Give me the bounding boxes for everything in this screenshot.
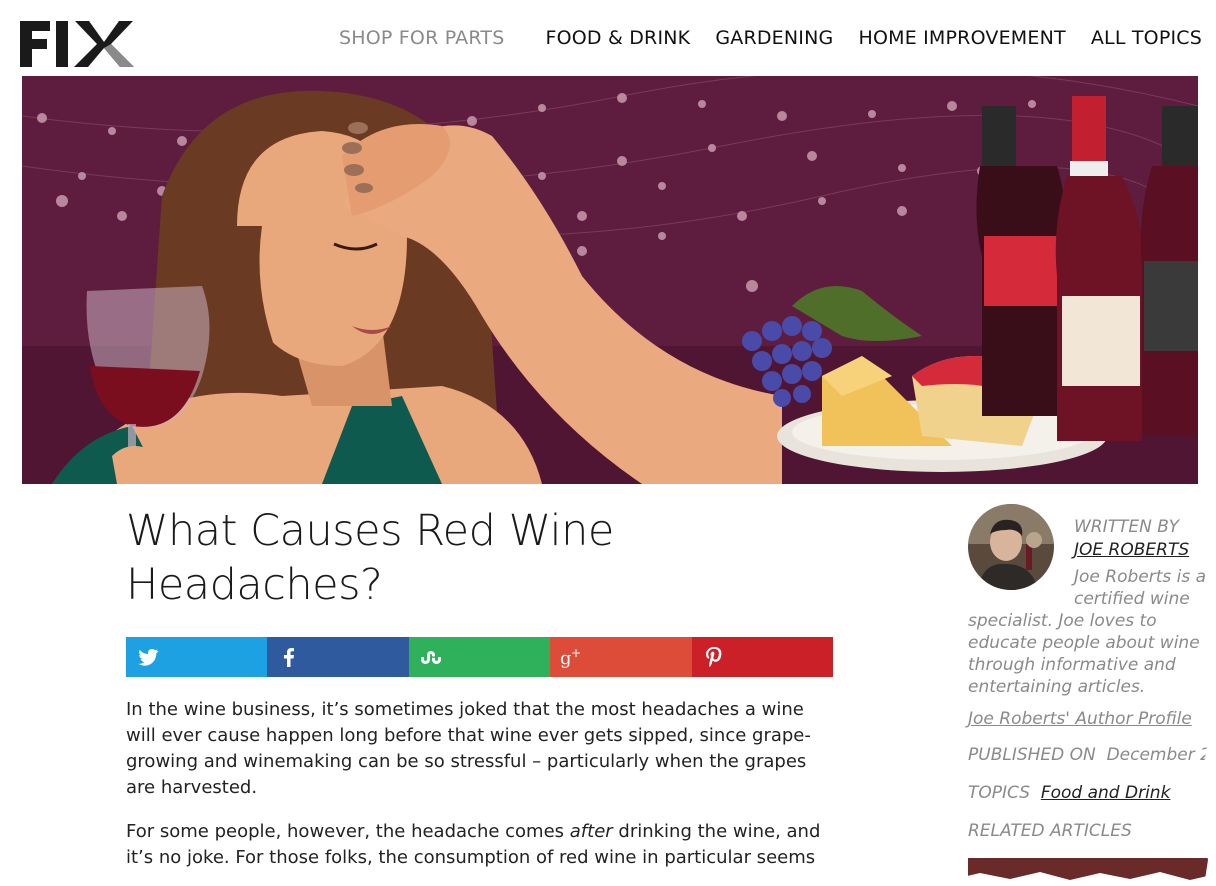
main-nav: SHOP FOR PARTS FOOD & DRINK GARDENING HO… — [339, 27, 1216, 49]
written-by-label: WRITTEN BY — [1074, 517, 1180, 537]
torn-edge-bottom — [0, 872, 1216, 886]
nav-all-topics[interactable]: ALL TOPICS — [1091, 27, 1202, 49]
stumbleupon-icon — [420, 651, 441, 664]
torn-edge-right — [1201, 0, 1216, 886]
site-header: SHOP FOR PARTS FOOD & DRINK GARDENING HO… — [0, 0, 1216, 76]
published-label: PUBLISHED ON — [968, 745, 1096, 765]
hero-image — [22, 76, 1198, 484]
fix-logo[interactable] — [20, 18, 136, 68]
share-facebook-button[interactable] — [267, 637, 409, 677]
share-pinterest-button[interactable] — [691, 637, 834, 677]
share-google-plus-button[interactable]: g + — [550, 637, 692, 677]
author-bio: Joe Roberts is a certified wine speciali… — [968, 567, 1207, 697]
google-plus-icon: g + — [560, 646, 581, 669]
svg-text:g: g — [560, 648, 572, 669]
share-twitter-button[interactable] — [126, 637, 268, 677]
nav-food-drink[interactable]: FOOD & DRINK — [545, 27, 690, 49]
article-title: What Causes Red Wine Headaches? — [126, 506, 614, 610]
facebook-icon — [284, 648, 295, 667]
topic-food-and-drink-link[interactable]: Food and Drink — [1041, 783, 1171, 803]
nav-gardening[interactable]: GARDENING — [715, 27, 833, 49]
related-articles-label: RELATED ARTICLES — [968, 821, 1132, 841]
nav-shop-for-parts[interactable]: SHOP FOR PARTS — [339, 27, 504, 49]
paragraph: In the wine business, it’s sometimes jok… — [126, 699, 811, 798]
svg-text:+: + — [571, 646, 581, 660]
twitter-icon — [138, 648, 159, 666]
pinterest-icon — [705, 647, 722, 668]
nav-home-improvement[interactable]: HOME IMPROVEMENT — [858, 27, 1065, 49]
article-body: In the wine business, it’s sometimes jok… — [126, 697, 838, 886]
share-bar: g + — [126, 637, 834, 677]
author-name-link[interactable]: JOE ROBERTS — [1074, 540, 1189, 560]
author-profile-link[interactable]: Joe Roberts' Author Profile — [968, 709, 1192, 729]
share-stumbleupon-button[interactable] — [408, 637, 551, 677]
topics-label: TOPICS — [968, 783, 1031, 803]
